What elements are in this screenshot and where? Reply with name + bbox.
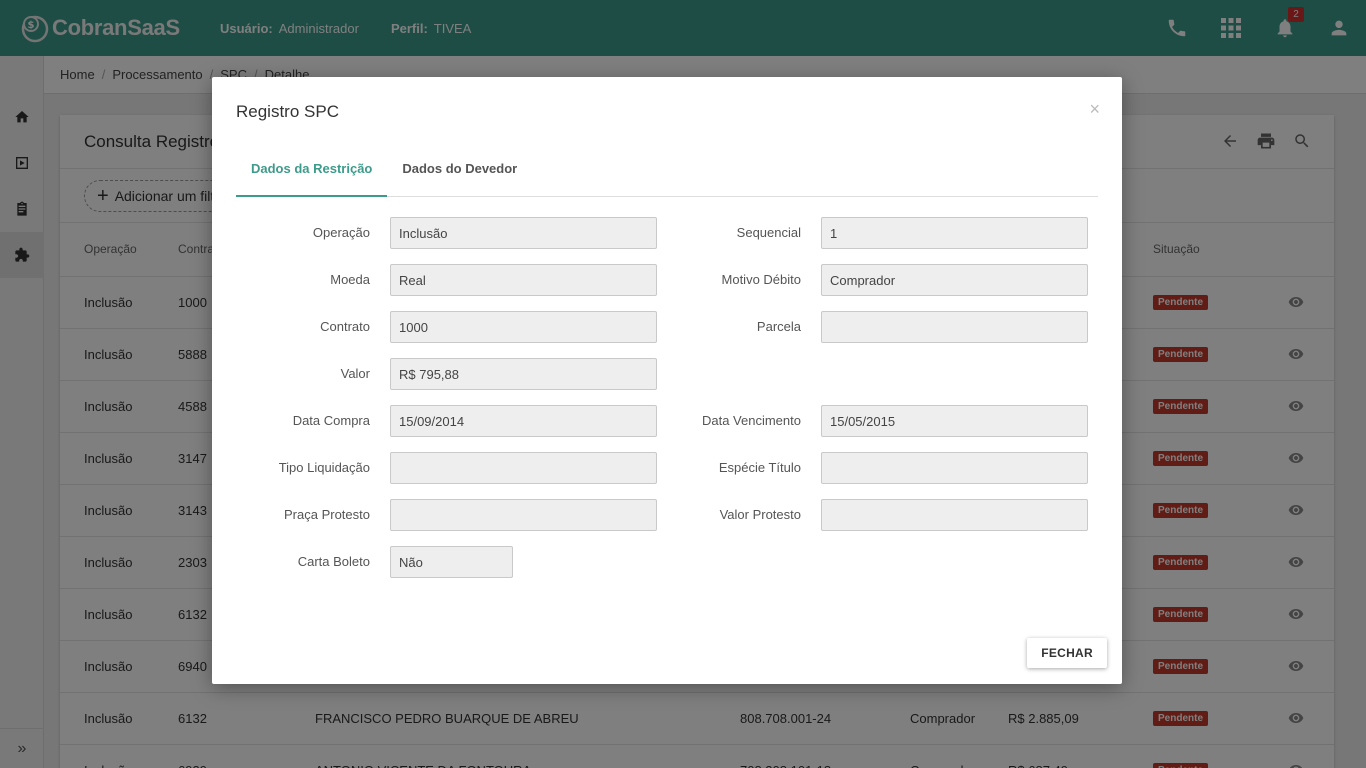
- sequencial-field[interactable]: [821, 217, 1088, 249]
- moeda-label: Moeda: [330, 272, 370, 287]
- praca-protesto-label: Praça Protesto: [284, 507, 370, 522]
- close-icon[interactable]: ×: [1089, 99, 1100, 120]
- praca-protesto-field[interactable]: [390, 499, 657, 531]
- tab-dados-restricao[interactable]: Dados da Restrição: [236, 147, 388, 197]
- contrato-label: Contrato: [320, 319, 370, 334]
- data-compra-label: Data Compra: [292, 413, 370, 428]
- modal-title: Registro SPC: [236, 102, 339, 121]
- modal-tabs: Dados da Restrição Dados do Devedor: [236, 147, 1098, 197]
- tipo-liquidacao-field[interactable]: [390, 452, 657, 484]
- valor-protesto-label: Valor Protesto: [719, 507, 801, 522]
- tipo-liquidacao-label: Tipo Liquidação: [278, 460, 370, 475]
- motivo-debito-label: Motivo Débito: [721, 272, 801, 287]
- parcela-field[interactable]: [821, 311, 1088, 343]
- carta-boleto-field[interactable]: [390, 546, 513, 578]
- data-compra-field[interactable]: [390, 405, 657, 437]
- motivo-debito-field[interactable]: [821, 264, 1088, 296]
- especie-titulo-field[interactable]: [821, 452, 1088, 484]
- data-vencimento-field[interactable]: [821, 405, 1088, 437]
- data-vencimento-label: Data Vencimento: [701, 413, 801, 428]
- contrato-field[interactable]: [390, 311, 657, 343]
- especie-titulo-label: Espécie Título: [718, 460, 801, 475]
- moeda-field[interactable]: [390, 264, 657, 296]
- fechar-button[interactable]: FECHAR: [1027, 638, 1107, 668]
- carta-boleto-label: Carta Boleto: [297, 554, 370, 569]
- valor-protesto-field[interactable]: [821, 499, 1088, 531]
- operacao-label: Operação: [312, 225, 370, 240]
- valor-field[interactable]: [390, 358, 657, 390]
- registro-spc-modal: Registro SPC × Dados da Restrição Dados …: [212, 77, 1122, 684]
- valor-label: Valor: [340, 366, 370, 381]
- operacao-field[interactable]: [390, 217, 657, 249]
- tab-dados-devedor[interactable]: Dados do Devedor: [387, 147, 532, 197]
- parcela-label: Parcela: [756, 319, 801, 334]
- sequencial-label: Sequencial: [736, 225, 801, 240]
